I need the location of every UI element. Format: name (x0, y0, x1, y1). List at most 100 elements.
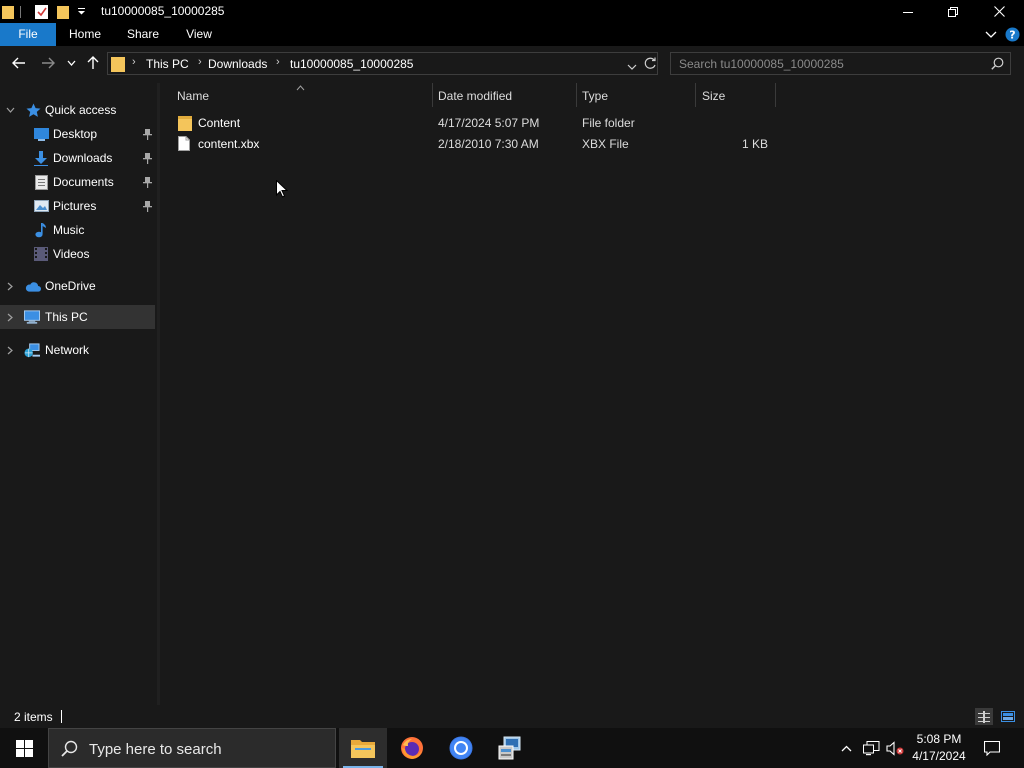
taskbar-app-installer[interactable] (486, 728, 534, 768)
address-history-button[interactable] (627, 60, 637, 74)
breadcrumb-separator[interactable]: › (198, 56, 202, 68)
pictures-icon (33, 198, 49, 214)
address-bar[interactable]: › This PC › Downloads › tu10000085_10000… (107, 52, 658, 75)
chevron-down-icon[interactable] (4, 104, 16, 116)
sidebar-item-pictures[interactable]: Pictures (0, 194, 155, 218)
customize-toolbar-icon[interactable] (75, 0, 87, 23)
downloads-icon (33, 150, 49, 166)
cloud-icon (25, 278, 41, 294)
sidebar-item-onedrive[interactable]: OneDrive (0, 274, 155, 298)
close-button[interactable] (976, 0, 1022, 23)
title-bar: tu10000085_10000285 (0, 0, 1024, 23)
taskbar: Type here to search 5:08 PM 4/17/2024 (0, 728, 1024, 768)
column-header-date[interactable]: Date modified (433, 83, 576, 107)
network-icon (24, 342, 40, 358)
taskbar-file-explorer[interactable] (339, 728, 387, 768)
network-status-button[interactable] (860, 728, 882, 768)
breadcrumb-this-pc[interactable]: This PC (146, 57, 189, 71)
chevron-down-icon (985, 31, 997, 38)
column-label-date: Date modified (438, 89, 513, 103)
tab-view[interactable]: View (172, 23, 226, 46)
close-icon (993, 6, 1005, 17)
column-label-size: Size (702, 89, 726, 103)
status-bar: 2 items (0, 705, 1024, 728)
chevron-right-icon[interactable] (4, 344, 16, 356)
taskbar-search-input[interactable]: Type here to search (48, 728, 336, 768)
sidebar-item-this-pc[interactable]: This PC (0, 305, 155, 329)
details-view-button[interactable] (975, 708, 993, 725)
pin-icon (141, 151, 153, 165)
column-divider[interactable] (775, 83, 776, 107)
forward-button[interactable] (37, 53, 59, 73)
properties-icon[interactable] (33, 0, 49, 23)
taskbar-clock[interactable]: 5:08 PM 4/17/2024 (906, 731, 972, 765)
taskbar-firefox[interactable] (388, 728, 436, 768)
navigation-pane: Quick access Desktop Downloads Documents (0, 83, 157, 705)
file-icon (178, 136, 194, 152)
start-button[interactable] (0, 728, 48, 768)
restore-button[interactable] (930, 0, 976, 23)
file-name[interactable]: content.xbx (198, 137, 259, 151)
file-date: 2/18/2010 7:30 AM (438, 137, 539, 151)
ribbon: File Home Share View ? (0, 23, 1024, 46)
chevron-down-icon (67, 60, 75, 66)
documents-icon (33, 174, 49, 190)
sidebar-item-videos[interactable]: Videos (0, 242, 155, 266)
expand-ribbon-button[interactable] (982, 23, 1000, 46)
tab-share[interactable]: Share (116, 23, 170, 46)
chevron-right-icon[interactable] (4, 280, 16, 292)
file-list[interactable]: Name Date modified Type Size Content 4/1… (160, 83, 1024, 705)
chevron-up-icon (841, 745, 851, 751)
sidebar-item-music[interactable]: Music (0, 218, 155, 242)
show-hidden-icons-button[interactable] (836, 728, 856, 768)
file-size: 1 KB (741, 137, 768, 151)
breadcrumb-current-folder[interactable]: tu10000085_10000285 (290, 57, 413, 71)
chrome-icon (449, 736, 473, 760)
minimize-button[interactable] (885, 0, 931, 23)
refresh-button[interactable] (644, 57, 657, 73)
breadcrumb-separator[interactable]: › (132, 56, 136, 68)
up-button[interactable] (82, 53, 104, 73)
chevron-right-icon[interactable] (4, 311, 16, 323)
installer-icon (498, 736, 521, 760)
file-type: File folder (582, 116, 635, 130)
sidebar-item-label: Pictures (53, 199, 97, 213)
file-name[interactable]: Content (198, 116, 240, 130)
column-header-name[interactable]: Name (160, 83, 432, 107)
column-header-type[interactable]: Type (577, 83, 695, 107)
sidebar-item-downloads[interactable]: Downloads (0, 146, 155, 170)
taskbar-search-placeholder: Type here to search (89, 741, 222, 758)
breadcrumb-separator[interactable]: › (276, 56, 280, 68)
search-input[interactable]: Search tu10000085_10000285 (670, 52, 1011, 75)
table-row[interactable]: Content 4/17/2024 5:07 PM File folder (172, 113, 772, 133)
taskbar-chrome[interactable] (437, 728, 485, 768)
volume-button[interactable] (884, 728, 906, 768)
column-header-size[interactable]: Size (696, 83, 775, 107)
sidebar-item-documents[interactable]: Documents (0, 170, 155, 194)
action-center-button[interactable] (978, 728, 1006, 768)
table-row[interactable]: content.xbx 2/18/2010 7:30 AM XBX File 1… (172, 134, 772, 154)
music-icon (33, 222, 49, 238)
chevron-down-icon (627, 64, 637, 70)
sidebar-item-quick-access[interactable]: Quick access (0, 98, 155, 122)
windows-logo-icon (15, 739, 33, 757)
sidebar-item-desktop[interactable]: Desktop (0, 122, 155, 146)
sidebar-item-network[interactable]: Network (0, 338, 155, 362)
search-placeholder: Search tu10000085_10000285 (679, 57, 844, 71)
arrow-right-icon (42, 57, 55, 69)
network-wired-icon (862, 740, 879, 755)
search-icon[interactable] (991, 57, 1004, 73)
help-button[interactable]: ? (1003, 23, 1021, 46)
clock-date: 4/17/2024 (912, 749, 966, 763)
back-button[interactable] (8, 53, 30, 73)
tab-home[interactable]: Home (58, 23, 112, 46)
recent-locations-button[interactable] (62, 53, 80, 73)
firefox-icon (401, 737, 423, 759)
sidebar-item-label: Documents (53, 175, 114, 189)
new-folder-icon[interactable] (55, 0, 71, 23)
breadcrumb-downloads[interactable]: Downloads (208, 57, 267, 71)
item-count: 2 items (14, 710, 53, 724)
large-icons-view-button[interactable] (999, 708, 1017, 725)
svg-text:?: ? (1009, 29, 1015, 42)
tab-file[interactable]: File (0, 23, 56, 46)
